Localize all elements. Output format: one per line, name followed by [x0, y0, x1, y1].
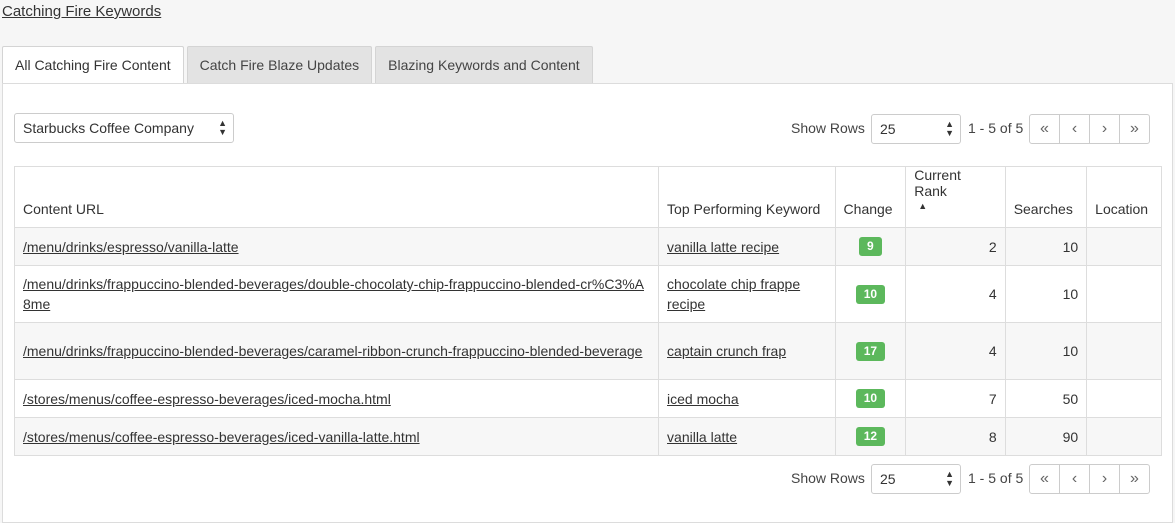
keyword-link[interactable]: captain crunch frap [667, 343, 786, 359]
keyword-cell: captain crunch frap [658, 322, 836, 380]
change-badge: 10 [855, 389, 886, 408]
pager-buttons: « ‹ › » [1029, 464, 1150, 494]
next-page-button[interactable]: › [1089, 464, 1120, 494]
pager-buttons: « ‹ › » [1029, 114, 1150, 144]
show-rows-label: Show Rows [791, 120, 865, 136]
location-cell [1086, 417, 1162, 456]
url-cell: /menu/drinks/frappuccino-blended-beverag… [13, 322, 660, 380]
searches-cell: 10 [1004, 265, 1088, 323]
rows-per-page-value: 25 [880, 121, 896, 137]
first-page-button[interactable]: « [1029, 114, 1060, 144]
change-cell: 17 [834, 322, 907, 380]
last-page-button[interactable]: » [1119, 464, 1150, 494]
column-header-searches[interactable]: Searches [1004, 166, 1088, 228]
change-cell: 9 [834, 227, 907, 266]
rows-per-page-select[interactable]: 25 ▲ ▼ [871, 114, 961, 144]
rank-cell: 4 [905, 265, 1006, 323]
location-cell [1086, 227, 1162, 266]
column-header-current-rank-label: Current Rank [914, 167, 961, 199]
table-row: /menu/drinks/espresso/vanilla-latte vani… [13, 227, 1162, 266]
next-page-button[interactable]: › [1089, 114, 1120, 144]
table-row: /menu/drinks/frappuccino-blended-beverag… [13, 322, 1162, 380]
page-title[interactable]: Catching Fire Keywords [2, 3, 161, 20]
keyword-cell: vanilla latte [658, 417, 836, 456]
keywords-table: Content URL Top Performing Keyword Chang… [13, 166, 1162, 456]
change-cell: 10 [834, 379, 907, 418]
table-header-row: Content URL Top Performing Keyword Chang… [13, 166, 1162, 228]
change-cell: 10 [834, 265, 907, 323]
column-header-current-rank[interactable]: Current Rank ▲ [905, 166, 1006, 228]
change-badge: 9 [859, 237, 882, 256]
select-arrows-icon: ▲ ▼ [945, 469, 954, 488]
content-url-link[interactable]: /stores/menus/coffee-espresso-beverages/… [23, 391, 391, 407]
location-cell [1086, 379, 1162, 418]
table-row: /menu/drinks/frappuccino-blended-beverag… [13, 265, 1162, 323]
content-url-link[interactable]: /menu/drinks/espresso/vanilla-latte [23, 239, 239, 255]
select-arrows-icon: ▲ ▼ [945, 119, 954, 138]
url-cell: /menu/drinks/espresso/vanilla-latte [13, 227, 660, 266]
tab-blazing-keywords-and-content[interactable]: Blazing Keywords and Content [375, 46, 593, 83]
url-cell: /menu/drinks/frappuccino-blended-beverag… [13, 265, 660, 323]
content-panel: Starbucks Coffee Company ▲ ▼ Show Rows 25… [2, 83, 1173, 523]
sort-ascending-icon: ▲ [918, 201, 928, 211]
table-row: /stores/menus/coffee-espresso-beverages/… [13, 379, 1162, 418]
keyword-link[interactable]: vanilla latte [667, 429, 737, 445]
rows-per-page-value: 25 [880, 471, 896, 487]
change-badge: 10 [855, 284, 886, 304]
url-cell: /stores/menus/coffee-espresso-beverages/… [13, 417, 660, 456]
rank-cell: 2 [905, 227, 1006, 266]
rows-per-page-select[interactable]: 25 ▲ ▼ [871, 464, 961, 494]
column-header-change[interactable]: Change [834, 166, 907, 228]
change-cell: 12 [834, 417, 907, 456]
content-url-link[interactable]: /menu/drinks/frappuccino-blended-beverag… [23, 276, 644, 312]
content-url-link[interactable]: /menu/drinks/frappuccino-blended-beverag… [23, 343, 642, 359]
last-page-button[interactable]: » [1119, 114, 1150, 144]
tab-bar: All Catching Fire Content Catch Fire Bla… [2, 46, 596, 84]
page-range: 1 - 5 of 5 [968, 120, 1024, 136]
table-row: /stores/menus/coffee-espresso-beverages/… [13, 417, 1162, 456]
tab-all-catching-fire-content[interactable]: All Catching Fire Content [2, 46, 184, 84]
location-cell [1086, 265, 1162, 323]
rank-cell: 7 [905, 379, 1006, 418]
location-cell [1086, 322, 1162, 380]
column-header-keyword[interactable]: Top Performing Keyword [658, 166, 836, 228]
keyword-link[interactable]: vanilla latte recipe [667, 239, 779, 255]
change-badge: 17 [855, 341, 886, 361]
keyword-cell: chocolate chip frappe recipe [658, 265, 836, 323]
content-url-link[interactable]: /stores/menus/coffee-espresso-beverages/… [23, 429, 420, 445]
keyword-cell: iced mocha [658, 379, 836, 418]
searches-cell: 10 [1004, 227, 1088, 266]
tab-catch-fire-blaze-updates[interactable]: Catch Fire Blaze Updates [186, 46, 373, 83]
pagination-top: Show Rows 25 ▲ ▼ 1 - 5 of 5 « ‹ › » [3, 114, 1174, 144]
show-rows-label: Show Rows [791, 470, 865, 486]
column-header-location[interactable]: Location [1086, 166, 1162, 228]
rank-cell: 4 [905, 322, 1006, 380]
searches-cell: 10 [1004, 322, 1088, 380]
rank-cell: 8 [905, 417, 1006, 456]
searches-cell: 90 [1004, 417, 1088, 456]
keyword-link[interactable]: chocolate chip frappe recipe [667, 276, 800, 312]
keyword-link[interactable]: iced mocha [667, 391, 739, 407]
change-badge: 12 [855, 427, 886, 446]
url-cell: /stores/menus/coffee-espresso-beverages/… [13, 379, 660, 418]
pagination-bottom: Show Rows 25 ▲ ▼ 1 - 5 of 5 « ‹ › » [3, 464, 1174, 494]
prev-page-button[interactable]: ‹ [1059, 114, 1090, 144]
page-range: 1 - 5 of 5 [968, 470, 1024, 486]
column-header-content-url[interactable]: Content URL [13, 166, 660, 228]
searches-cell: 50 [1004, 379, 1088, 418]
prev-page-button[interactable]: ‹ [1059, 464, 1090, 494]
keyword-cell: vanilla latte recipe [658, 227, 836, 266]
first-page-button[interactable]: « [1029, 464, 1060, 494]
